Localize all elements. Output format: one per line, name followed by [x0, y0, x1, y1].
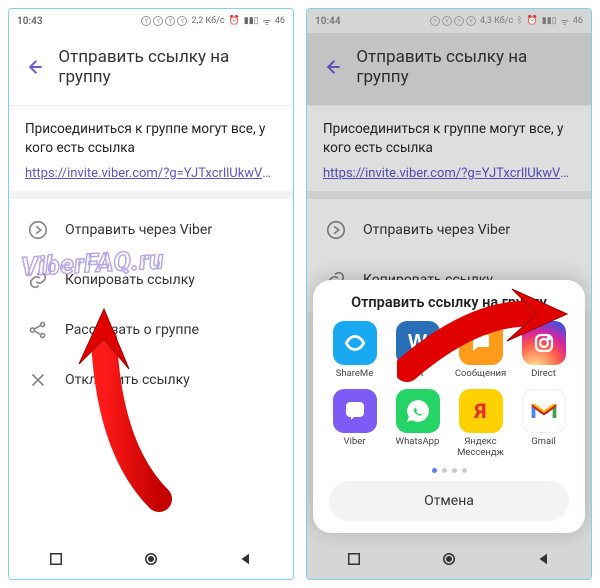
recent-apps-icon[interactable] — [345, 550, 363, 568]
statusbar: 10:43 YYYY 2,2 Кб/с ⏰ ▮▮▯ ᯤ 46 — [9, 9, 293, 33]
app-label: Сообщения — [455, 369, 506, 379]
app-label: VK — [411, 369, 423, 379]
gmail-icon — [522, 389, 566, 433]
signal-icon: ▮▮▯ — [244, 16, 259, 26]
sheet-title: Отправить ссылку на группу — [321, 294, 577, 311]
app-label: ShareMe — [336, 369, 374, 379]
invite-link[interactable]: https://invite.viber.com/?g=YJTxcrllUkwV… — [323, 166, 575, 181]
home-icon[interactable] — [440, 550, 458, 568]
net-speed: 4,3 Кб/с — [480, 16, 513, 26]
viber-icon — [333, 389, 377, 433]
cancel-button[interactable]: Отмена — [329, 481, 569, 521]
option-revoke-link[interactable]: Отключить ссылку — [9, 355, 293, 405]
share-sheet: Отправить ссылку на группу ShareMe W VK … — [313, 280, 585, 533]
recent-apps-icon[interactable] — [47, 550, 65, 568]
share-target-shareme[interactable]: ShareMe — [325, 321, 384, 379]
share-target-yandex[interactable]: Я Яндекс Мессендж — [451, 389, 510, 458]
share-target-whatsapp[interactable]: WhatsApp — [388, 389, 447, 458]
alarm-icon: ⏰ — [229, 16, 240, 26]
android-navbar — [307, 539, 591, 579]
option-send-viber[interactable]: Отправить через Viber — [9, 205, 293, 255]
option-label: Рассказать о группе — [65, 322, 199, 338]
app-label: WhatsApp — [396, 437, 440, 447]
share-icon — [27, 319, 49, 341]
back-icon[interactable] — [321, 56, 342, 78]
statusbar-time: 10:43 — [17, 16, 43, 27]
app-label: Яндекс Мессендж — [451, 437, 510, 458]
wifi-icon: ᯤ — [561, 15, 569, 28]
statusbar: 10:44 YYYY 4,3 Кб/с ᛒ ⏰ ▮▮▯ ᯤ 46 — [307, 9, 591, 33]
option-label: Отправить через Viber — [363, 222, 510, 238]
statusbar-indicators: YYYY 4,3 Кб/с ᛒ ⏰ ▮▮▯ ᯤ 46 — [430, 15, 583, 28]
app-label: Direct — [531, 369, 556, 379]
app-label: Viber — [344, 437, 366, 447]
divider — [9, 191, 293, 199]
share-app-grid: ShareMe W VK Сообщения Direct — [321, 321, 577, 458]
app-label: Gmail — [531, 437, 556, 447]
cancel-label: Отмена — [424, 493, 474, 509]
page-title: Отправить ссылку на группу — [58, 47, 279, 87]
home-icon[interactable] — [142, 550, 160, 568]
divider — [307, 191, 591, 199]
phone-left: 10:43 YYYY 2,2 Кб/с ⏰ ▮▮▯ ᯤ 46 Отправить… — [8, 8, 294, 580]
option-label: Отправить через Viber — [65, 222, 212, 238]
option-label: Отключить ссылку — [65, 372, 190, 388]
vk-icon: W — [396, 321, 440, 365]
send-icon — [325, 219, 347, 241]
instagram-direct-icon — [522, 321, 566, 365]
back-nav-icon[interactable] — [535, 550, 553, 568]
link-icon — [27, 269, 49, 291]
statusbar-time: 10:44 — [315, 16, 341, 27]
header: Отправить ссылку на группу — [9, 33, 293, 106]
share-target-direct[interactable]: Direct — [514, 321, 573, 379]
share-target-vk[interactable]: W VK — [388, 321, 447, 379]
invite-link[interactable]: https://invite.viber.com/?g=YJTxcrllUkwV… — [25, 166, 277, 181]
net-speed: 2,2 Кб/с — [191, 16, 224, 26]
wifi-icon: ᯤ — [263, 15, 271, 28]
share-target-messages[interactable]: Сообщения — [451, 321, 510, 379]
alarm-icon: ⏰ — [527, 16, 538, 26]
share-target-viber[interactable]: Viber — [325, 389, 384, 458]
signal-icon: ▮▮▯ — [542, 16, 557, 26]
header: Отправить ссылку на группу — [307, 33, 591, 106]
option-share-group[interactable]: Рассказать о группе — [9, 305, 293, 355]
battery-icon: 46 — [573, 16, 583, 26]
statusbar-indicators: YYYY 2,2 Кб/с ⏰ ▮▮▯ ᯤ 46 — [141, 15, 285, 28]
option-copy-link[interactable]: Копировать ссылку — [9, 255, 293, 305]
option-label: Копировать ссылку — [65, 272, 195, 288]
back-nav-icon[interactable] — [237, 550, 255, 568]
page-indicator — [321, 468, 577, 473]
send-icon — [27, 219, 49, 241]
back-icon[interactable] — [23, 56, 44, 78]
options-list: Отправить через Viber Копировать ссылку … — [9, 199, 293, 411]
link-section: Присоединиться к группе могут все, у ког… — [307, 106, 591, 191]
phone-right: 10:44 YYYY 4,3 Кб/с ᛒ ⏰ ▮▮▯ ᯤ 46 Отправи… — [306, 8, 592, 580]
option-send-viber[interactable]: Отправить через Viber — [307, 205, 591, 255]
bluetooth-icon: ᛒ — [517, 16, 522, 26]
link-section: Присоединиться к группе могут все, у ког… — [9, 106, 293, 191]
yandex-messenger-icon: Я — [459, 389, 503, 433]
battery-icon: 46 — [275, 16, 285, 26]
share-target-gmail[interactable]: Gmail — [514, 389, 573, 458]
page-title: Отправить ссылку на группу — [356, 47, 577, 87]
close-icon — [27, 369, 49, 391]
shareme-icon — [333, 321, 377, 365]
section-text: Присоединиться к группе могут все, у ког… — [323, 120, 575, 158]
whatsapp-icon — [396, 389, 440, 433]
section-text: Присоединиться к группе могут все, у ког… — [25, 120, 277, 158]
android-navbar — [9, 539, 293, 579]
messages-icon — [459, 321, 503, 365]
